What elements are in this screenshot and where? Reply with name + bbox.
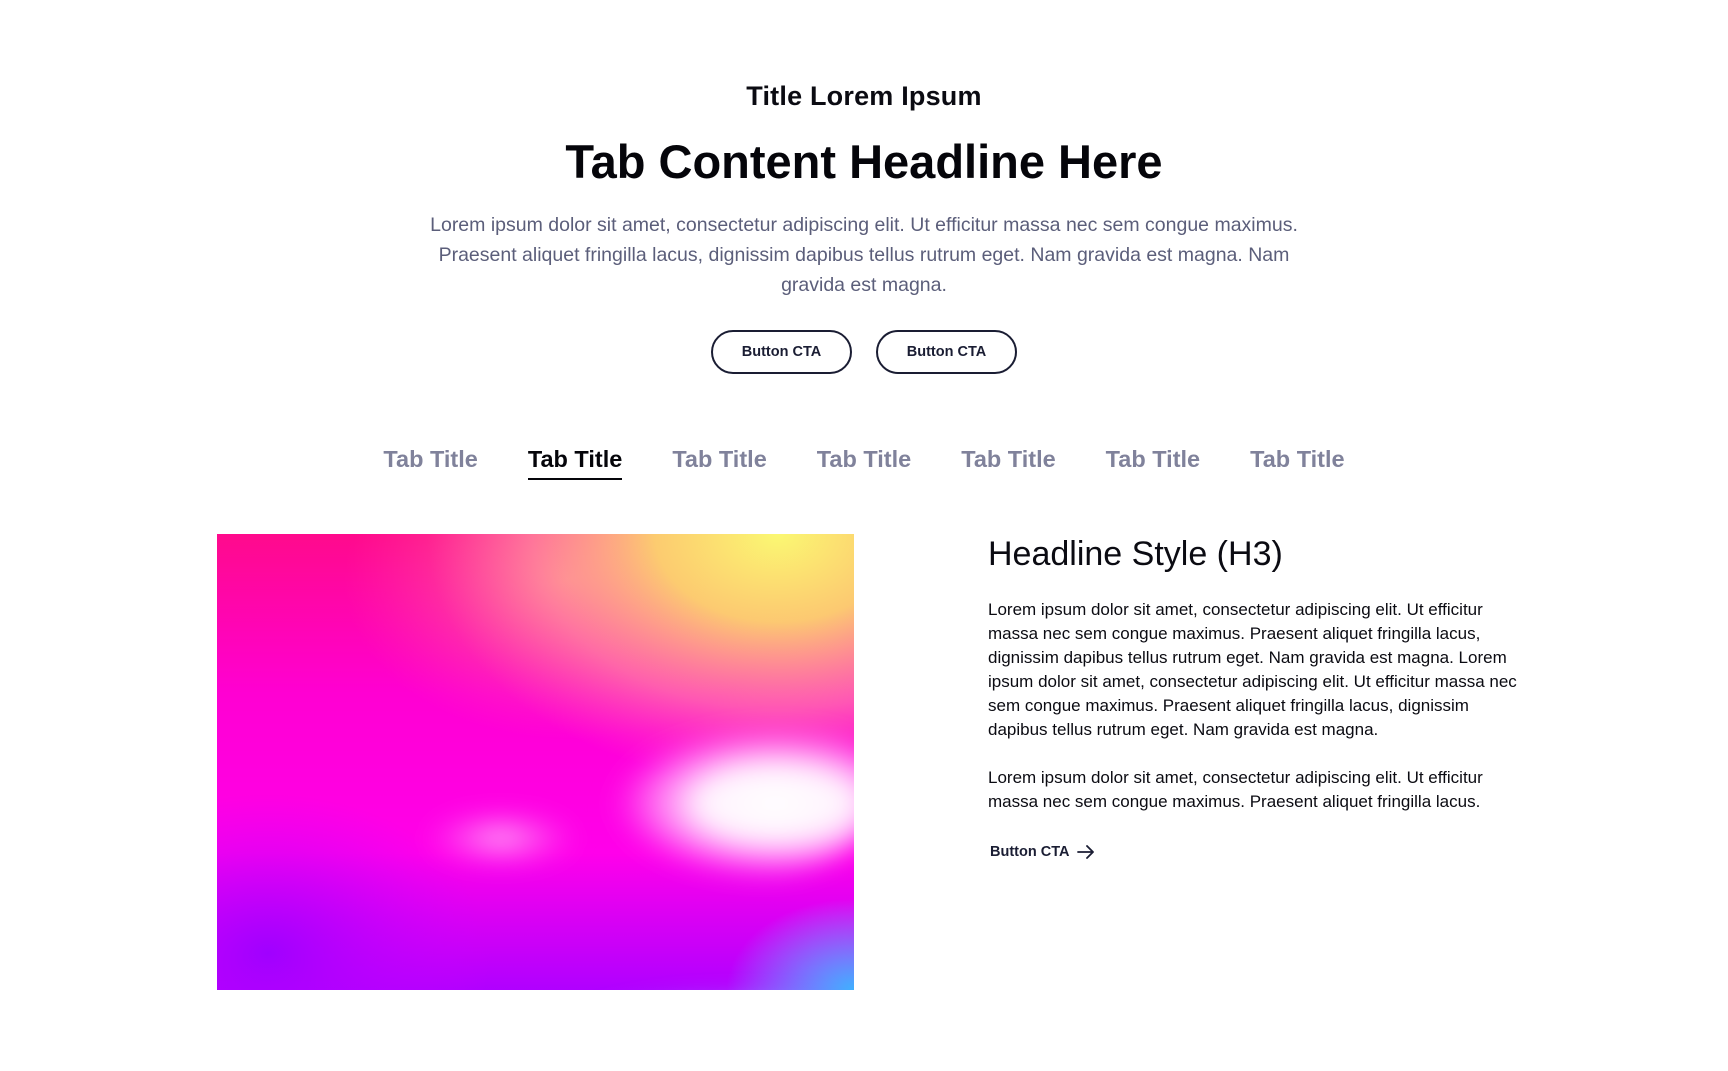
tab-2-active[interactable]: Tab Title bbox=[527, 442, 623, 480]
intro-paragraph: Lorem ipsum dolor sit amet, consectetur … bbox=[430, 214, 1298, 296]
gradient-blue-layer bbox=[217, 534, 854, 990]
arrow-right-glyph bbox=[1077, 845, 1095, 859]
gradient-artwork bbox=[217, 534, 854, 990]
tab-3[interactable]: Tab Title bbox=[672, 442, 766, 480]
tab-7[interactable]: Tab Title bbox=[1250, 442, 1344, 480]
tab-4[interactable]: Tab Title bbox=[817, 442, 911, 480]
page: Title Lorem Ipsum Tab Content Headline H… bbox=[0, 0, 1728, 1071]
panel-paragraph-1: Lorem ipsum dolor sit amet, consectetur … bbox=[988, 600, 1517, 739]
tab-bar: Tab Title Tab Title Tab Title Tab Title … bbox=[0, 442, 1728, 480]
text-cta-link[interactable]: Button CTA bbox=[988, 844, 1095, 860]
tab-1[interactable]: Tab Title bbox=[383, 442, 477, 480]
tab-6[interactable]: Tab Title bbox=[1106, 442, 1200, 480]
text-cta-label: Button CTA bbox=[990, 844, 1070, 860]
page-headline: Tab Content Headline Here bbox=[565, 135, 1163, 188]
tab-5[interactable]: Tab Title bbox=[961, 442, 1055, 480]
arrow-right-icon bbox=[1077, 845, 1095, 859]
panel-paragraph-2: Lorem ipsum dolor sit amet, consectetur … bbox=[988, 768, 1483, 811]
cta-row: Button CTA Button CTA bbox=[0, 330, 1728, 374]
intro-section: Title Lorem Ipsum Tab Content Headline H… bbox=[0, 78, 1728, 374]
primary-cta-button[interactable]: Button CTA bbox=[711, 330, 852, 374]
gradient-image bbox=[217, 534, 854, 990]
panel-headline: Headline Style (H3) bbox=[988, 535, 1283, 573]
eyebrow-title: Title Lorem Ipsum bbox=[746, 81, 982, 111]
secondary-cta-button[interactable]: Button CTA bbox=[876, 330, 1017, 374]
tab-panel-content: Headline Style (H3) Lorem ipsum dolor si… bbox=[988, 532, 1518, 861]
